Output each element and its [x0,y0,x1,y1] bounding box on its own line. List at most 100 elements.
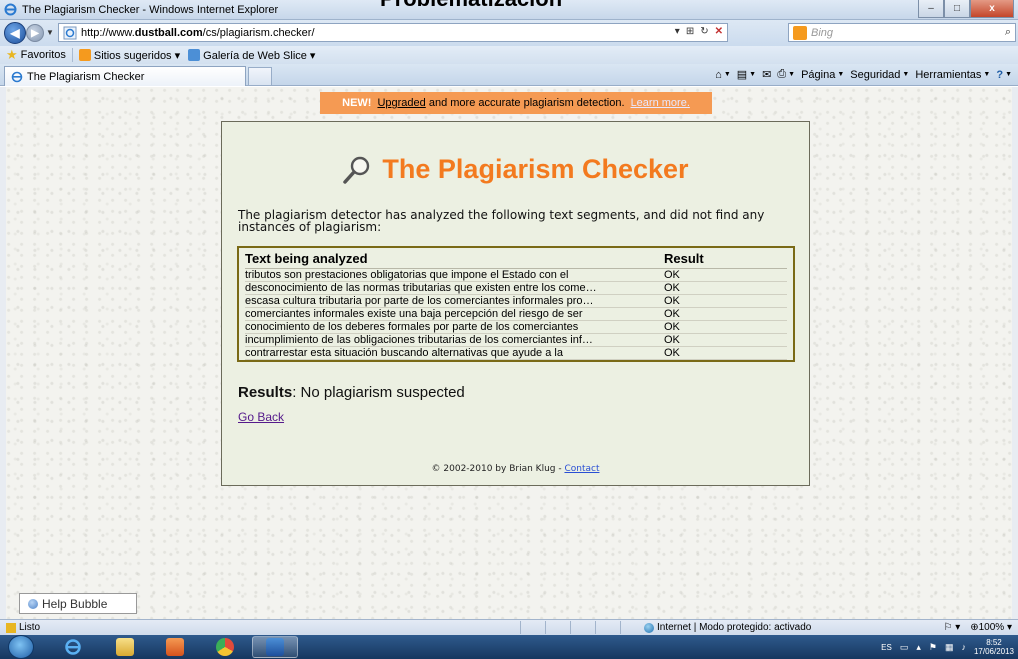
stop-icon[interactable]: ✕ [715,26,723,37]
help-bubble-icon [28,598,38,609]
security-menu[interactable]: Seguridad ▼ [850,69,909,81]
minimize-button[interactable]: – [918,0,944,18]
help-bubble-label: Help Bubble [42,596,108,611]
taskbar-ie-button[interactable] [50,636,96,658]
search-box[interactable]: Bing ⌕ [788,23,1016,42]
window-controls: – □ x [918,0,1014,18]
mail-button[interactable]: ✉ [762,68,771,81]
window-title: The Plagiarism Checker - Windows Interne… [22,4,279,16]
results-label: Results [238,384,293,401]
tab-plagiarism-checker[interactable]: The Plagiarism Checker [4,66,246,86]
new-tab-button[interactable] [248,67,272,86]
table-header-row: Text being analyzed Result [245,251,787,269]
taskbar-chrome-button[interactable] [202,636,248,658]
page-menu[interactable]: Página ▼ [801,69,844,81]
results-summary: Results: No plagiarism suspected [238,384,465,401]
help-icon: ? [996,68,1004,81]
word-icon [266,638,284,656]
taskbar: ES ▭ ▴ ⚑ ▦ ♪ 8:52 17/06/2013 [0,635,1018,659]
refresh-icon[interactable]: ↻ [700,26,708,37]
status-divider [595,621,596,634]
web-slice-icon [188,49,201,61]
right-edge [1012,87,1018,619]
start-button[interactable] [8,635,34,659]
row-text: incumplimiento de las obligaciones tribu… [245,333,650,347]
go-back-link[interactable]: Go Back [238,410,284,424]
web-slice-gallery-item[interactable]: Galería de Web Slice ▾ [188,49,315,62]
help-menu[interactable]: ? ▼ [996,69,1012,81]
zoom-control[interactable]: ⊕100% ▾ [970,622,1012,633]
taskbar-explorer-button[interactable] [102,636,148,658]
suggested-sites-item[interactable]: Sitios sugeridos ▾ [78,49,181,62]
print-button[interactable]: ⎙ ▼ [777,68,795,81]
command-bar: ⌂ ▼ ▤ ▼ ✉ ⎙ ▼ Página ▼ Seguridad ▼ Herramient… [715,68,1012,81]
status-divider [520,621,521,634]
protected-mode-icon[interactable]: ⚐ ▾ [943,622,960,633]
back-button[interactable]: ◀ [4,22,26,44]
network-icon[interactable]: ▦ [945,642,954,653]
clock-time: 8:52 [986,638,1002,647]
page-title: The Plagiarism Checker [382,154,689,184]
address-bar[interactable]: http://www.dustball.com/cs/plagiarism.ch… [58,23,728,42]
bing-icon [793,25,807,40]
copyright-text: © 2002-2010 by Brian Klug - [431,464,565,474]
volume-icon[interactable]: ♪ [961,642,966,652]
checker-card: The Plagiarism Checker The plagiarism de… [221,121,810,486]
history-dropdown-icon[interactable]: ▼ [46,28,54,37]
url-text[interactable]: http://www.dustball.com/cs/plagiarism.ch… [81,27,315,39]
row-result: OK [650,333,787,347]
status-page-icon [6,622,16,633]
favorites-button[interactable]: Favoritos [21,49,66,61]
compatibility-icon[interactable]: ⊞ [686,26,694,37]
zoom-icon: ⊕ [970,622,979,633]
url-dropdown-icon[interactable]: ▾ [675,26,680,37]
row-result: OK [650,294,787,308]
row-text: conocimiento de los deberes formales por… [245,320,650,334]
maximize-button[interactable]: □ [944,0,970,18]
flag-icon[interactable]: ⚑ [929,642,937,653]
feeds-button[interactable]: ▤ ▼ [737,68,756,81]
favorites-bar: ★ Favoritos Sitios sugeridos ▾ Galería d… [0,46,1018,64]
print-icon: ⎙ [777,68,787,80]
table-row: desconocimiento de las normas tributaria… [245,281,787,295]
clock[interactable]: 8:52 17/06/2013 [974,638,1014,656]
keyboard-icon[interactable]: ▭ [900,642,909,653]
taskbar-media-button[interactable] [152,636,198,658]
row-text: contrarrestar esta situación buscando al… [245,346,650,360]
folder-icon [116,638,134,656]
language-indicator[interactable]: ES [881,643,892,652]
favorites-separator [71,48,73,62]
table-row: incumplimiento de las obligaciones tribu… [245,333,787,347]
home-button[interactable]: ⌂ ▼ [715,69,731,81]
slide-heading: Problematización [380,0,562,12]
row-text: tributos son prestaciones obligatorias q… [245,268,650,282]
row-result: OK [650,307,787,321]
contact-link[interactable]: Contact [564,464,599,474]
intro-text: The plagiarism detector has analyzed the… [238,208,765,234]
tab-ie-icon [11,71,23,82]
forward-button[interactable]: ▶ [26,24,44,42]
tools-menu[interactable]: Herramientas ▼ [915,69,990,81]
search-icon[interactable]: ⌕ [1005,26,1011,39]
column-header-text: Text being analyzed [245,251,650,269]
taskbar-word-button[interactable] [252,636,298,658]
security-zone[interactable]: Internet | Modo protegido: activado [644,622,811,633]
upgraded-link[interactable]: Upgraded [377,97,425,109]
arrow-right-icon: ▶ [31,27,39,39]
results-table-box: Text being analyzed Result tributos son … [237,246,795,362]
page-ie-icon [63,26,77,39]
suggested-sites-label: Sitios sugeridos ▾ [93,49,181,62]
tray-expand-icon[interactable]: ▴ [916,642,921,653]
help-bubble-button[interactable]: Help Bubble [19,593,137,614]
system-tray: ES ▭ ▴ ⚑ ▦ ♪ 8:52 17/06/2013 [881,638,1014,656]
status-right: ⚐ ▾ ⊕100% ▾ [943,622,1012,633]
column-header-result: Result [650,251,787,269]
news-banner: NEW! Upgraded and more accurate plagiari… [320,92,712,114]
status-divider [545,621,546,634]
learn-more-link[interactable]: Learn more. [631,97,690,109]
table-row: comerciantes informales existe una baja … [245,307,787,321]
close-button[interactable]: x [970,0,1014,18]
status-text: Listo [19,622,41,633]
page-content: NEW! Upgraded and more accurate plagiari… [6,87,1012,619]
home-icon: ⌂ [715,68,722,81]
